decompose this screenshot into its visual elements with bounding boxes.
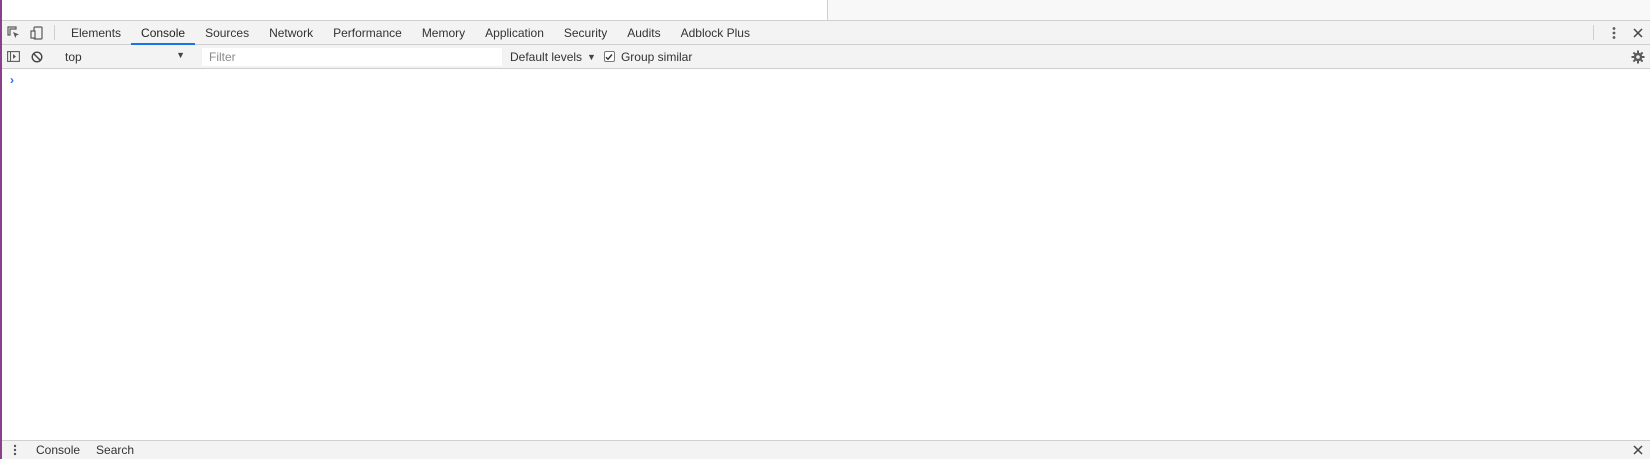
execution-context-select[interactable]: top ▼ [61,48,189,66]
drawer-tab-label: Search [96,443,135,457]
drawer-tab-search[interactable]: Search [88,443,142,457]
chevron-down-icon: ▼ [176,49,185,60]
tab-label: Security [563,25,608,40]
tab-memory[interactable]: Memory [412,21,475,44]
tab-label: Sources [205,25,250,40]
console-sidebar-icon[interactable] [2,51,25,62]
group-similar-checkbox[interactable] [603,51,615,62]
tab-label: Audits [627,25,661,40]
page-right-pane [828,0,1650,20]
filter-input[interactable] [202,47,502,66]
clear-console-icon[interactable] [25,50,48,63]
chevron-down-icon: ▼ [587,51,596,62]
drawer-tab-console[interactable]: Console [28,443,88,457]
log-levels-dropdown[interactable]: Default levels ▼ [502,50,604,64]
tab-label: Memory [421,25,466,40]
tab-audits[interactable]: Audits [617,21,670,44]
close-drawer-icon[interactable] [1626,445,1650,455]
console-output[interactable]: › [2,69,1650,440]
tabbar-right-divider [1593,25,1594,40]
drawer-tab-label: Console [36,443,81,457]
close-devtools-icon[interactable] [1626,21,1650,44]
inspect-element-icon[interactable] [2,21,25,44]
tab-console[interactable]: Console [131,21,196,45]
drawer-more-options-icon[interactable] [2,444,28,456]
group-similar-label: Group similar [620,49,693,64]
toolbar-divider [54,25,55,40]
context-value: top [65,49,82,64]
more-options-icon[interactable] [1602,21,1626,44]
tab-sources[interactable]: Sources [195,21,259,44]
gear-icon[interactable] [1626,50,1650,64]
devtools-drawer: Console Search [2,440,1650,459]
inspected-page-strip [2,0,1650,21]
tab-network[interactable]: Network [259,21,323,44]
tab-label: Elements [71,25,122,40]
tab-security[interactable]: Security [554,21,617,44]
tab-label: Network [269,25,314,40]
tab-application[interactable]: Application [475,21,554,44]
console-toolbar: top ▼ Default levels ▼ Group similar [2,45,1650,69]
devtools-tabbar: Elements Console Sources Network Perform… [2,21,1650,45]
tabbar-spacer [760,21,1585,44]
tab-label: Console [141,25,186,40]
checkmark-icon [605,53,614,60]
tab-elements[interactable]: Elements [61,21,131,44]
tab-label: Application [485,25,544,40]
tab-performance[interactable]: Performance [323,21,412,44]
device-toolbar-icon[interactable] [25,21,48,44]
group-similar-toggle[interactable]: Group similar [603,49,693,64]
tab-label: Adblock Plus [680,25,750,40]
tab-label: Performance [333,25,402,40]
levels-label: Default levels [510,49,583,64]
tab-adblock-plus[interactable]: Adblock Plus [671,21,760,44]
console-prompt-icon[interactable]: › [10,73,14,87]
